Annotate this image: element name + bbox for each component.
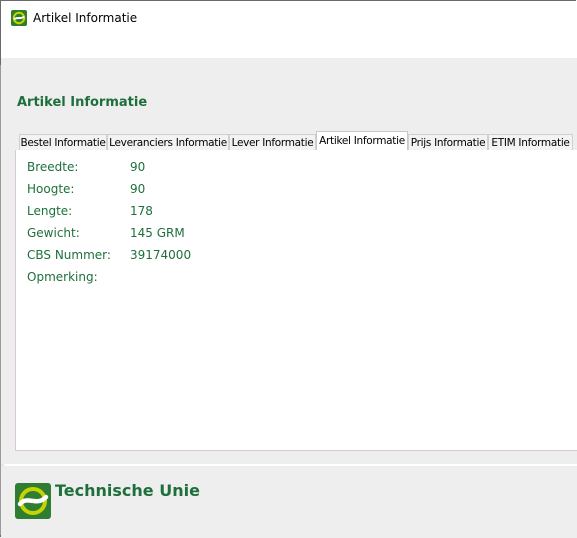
footer bbox=[1, 466, 577, 538]
field-label: Hoogte: bbox=[27, 182, 75, 196]
footer-brand-name: Technische Unie bbox=[55, 481, 200, 500]
field-value: 90 bbox=[130, 182, 146, 196]
window-title: Artikel Informatie bbox=[33, 11, 138, 25]
tab-lever-informatie[interactable]: Lever Informatie bbox=[229, 134, 316, 150]
tab-artikel-informatie[interactable]: Artikel Informatie bbox=[316, 131, 408, 151]
technische-unie-logo-icon bbox=[11, 10, 27, 26]
field-value: 145 GRM bbox=[130, 226, 185, 240]
field-label: CBS Nummer: bbox=[27, 248, 111, 262]
field-label: Gewicht: bbox=[27, 226, 80, 240]
tab-panel-artikel-informatie bbox=[15, 150, 577, 451]
tab-prijs-informatie[interactable]: Prijs Informatie bbox=[408, 134, 488, 150]
field-value: 178 bbox=[130, 204, 153, 218]
header-band bbox=[1, 58, 577, 124]
tab-leveranciers-informatie[interactable]: Leveranciers Informatie bbox=[107, 134, 229, 150]
field-value: 90 bbox=[130, 160, 146, 174]
title-bar[interactable]: Artikel Informatie bbox=[1, 1, 577, 33]
tab-etim-informatie[interactable]: ETIM Informatie bbox=[488, 134, 573, 150]
tab-bestel-informatie[interactable]: Bestel Informatie bbox=[19, 134, 107, 150]
field-value: 39174000 bbox=[130, 248, 192, 262]
technische-unie-logo-icon bbox=[15, 483, 51, 519]
field-label: Breedte: bbox=[27, 160, 79, 174]
section-title: Artikel Informatie bbox=[17, 95, 148, 110]
field-label: Opmerking: bbox=[27, 270, 98, 284]
field-label: Lengte: bbox=[27, 204, 73, 218]
